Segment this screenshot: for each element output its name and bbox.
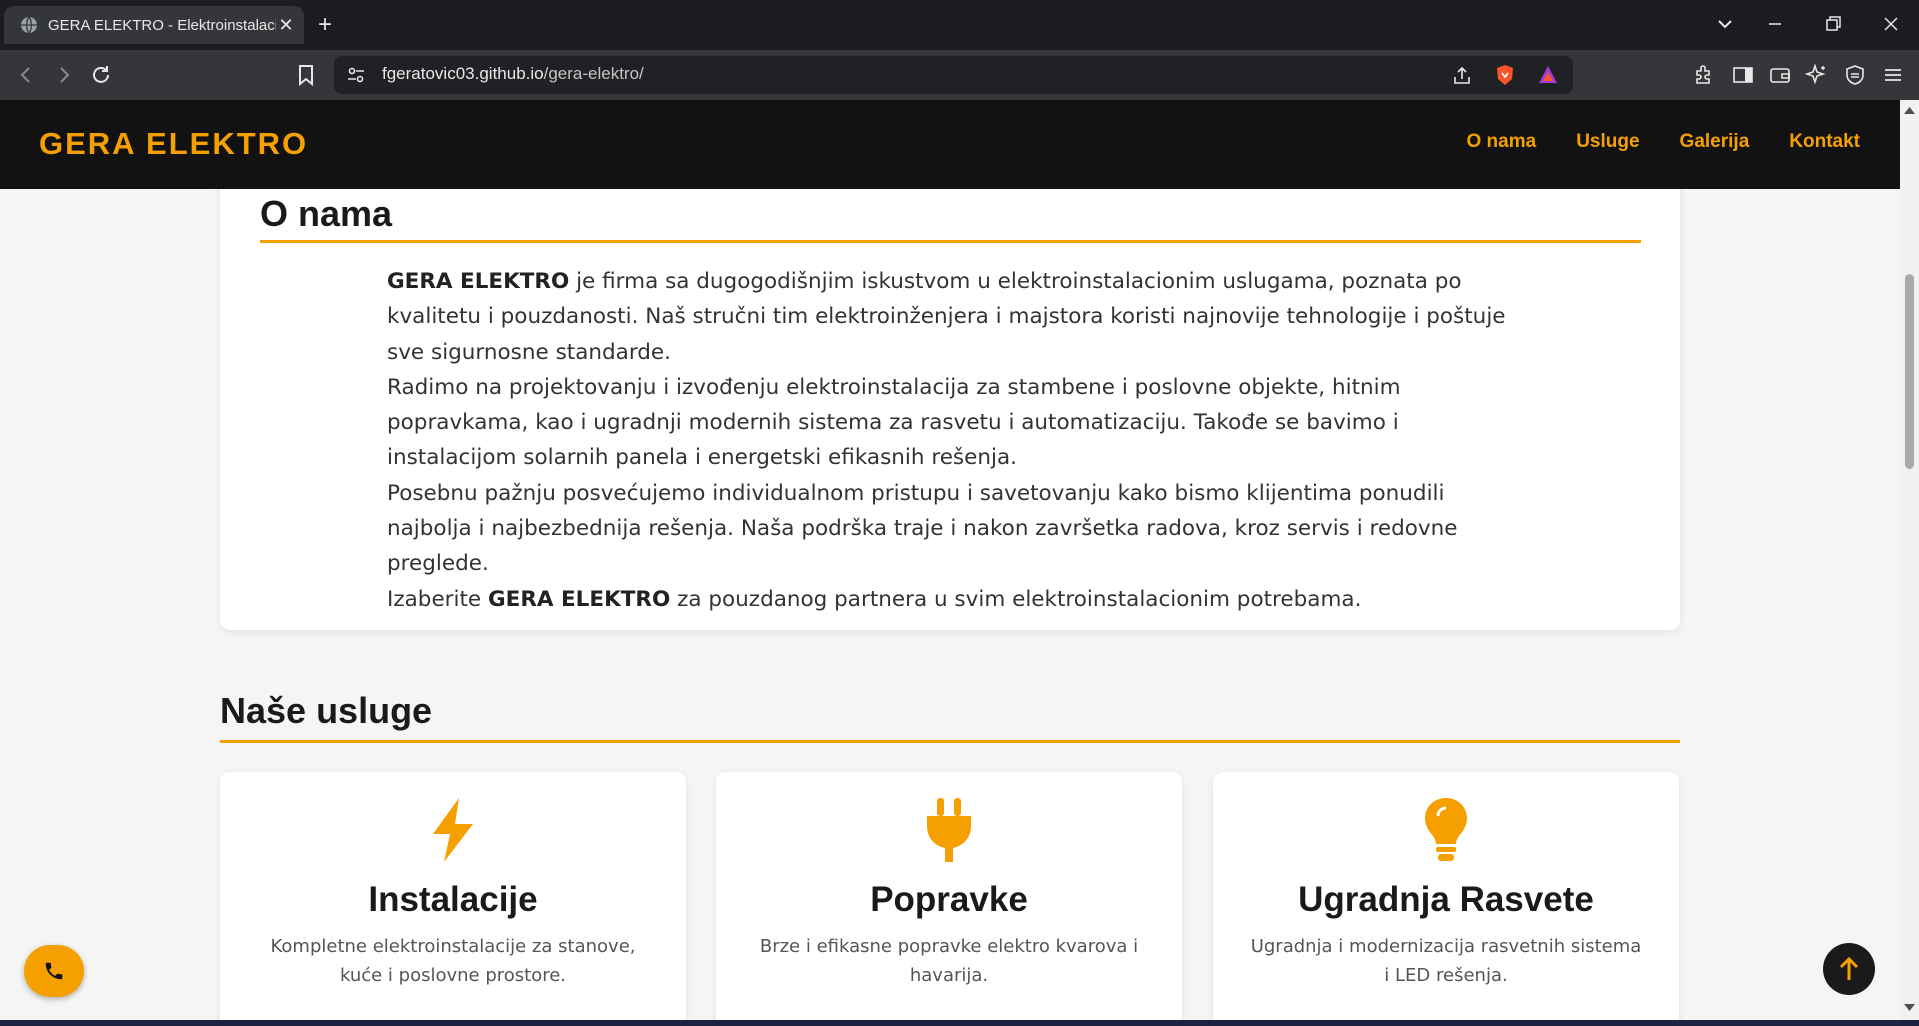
service-title: Ugradnja Rasvete [1298,880,1594,919]
about-section: O nama GERA ELEKTRO je firma sa dugogodi… [220,140,1680,630]
service-card-ugradnja-rasvete[interactable]: Ugradnja Rasvete Ugradnja i modernizacij… [1213,772,1679,1026]
close-window-icon[interactable] [1879,12,1903,36]
browser-tab-bar: GERA ELEKTRO - Elektroinstalacije ✕ + [0,0,1919,50]
url-path: /gera-elektro/ [543,64,644,83]
site-header: GERA ELEKTRO O nama Usluge Galerija Kont… [0,100,1900,189]
nav-link-kontakt[interactable]: Kontakt [1789,131,1860,153]
url-domain: fgeratovic03.github.io [382,64,544,83]
tab-search-icon[interactable] [1713,12,1737,36]
wallet-icon[interactable] [1768,63,1792,87]
bottom-strip [0,1020,1919,1026]
about-brand-name-2: GERA ELEKTRO [487,586,671,612]
address-bar[interactable]: fgeratovic03.github.io/gera-elektro/ [334,56,1573,94]
forward-icon[interactable] [52,63,76,87]
about-paragraph-3: Posebnu pažnju posvećujemo individualnom… [387,480,1458,577]
about-paragraph-4-post: za pouzdanog partnera u svim elektroinst… [670,586,1362,612]
about-paragraph-4-pre: Izaberite [387,586,488,612]
sidebar-icon[interactable] [1731,63,1755,87]
vpn-icon[interactable] [1843,63,1867,87]
service-card-instalacije[interactable]: Instalacije Kompletne elektroinstalacije… [220,772,686,1026]
arrow-up-icon [1839,956,1859,980]
call-button[interactable] [24,945,84,997]
lightbulb-icon [1425,798,1467,861]
about-paragraph-2: Radimo na projektovanju i izvođenju elek… [387,374,1401,471]
about-text: GERA ELEKTRO je firma sa dugogodišnjim i… [387,264,1527,617]
service-description: Ugradnja i modernizacija rasvetnih siste… [1250,936,1642,986]
phone-icon [45,962,63,980]
tab-title: GERA ELEKTRO - Elektroinstalacije [48,16,276,34]
services-title: Naše usluge [220,690,433,731]
extensions-icon[interactable] [1692,63,1716,87]
about-divider [260,240,1641,243]
plug-icon [927,798,971,862]
bolt-icon [433,798,473,862]
page-viewport: GERA ELEKTRO O nama Usluge Galerija Kont… [0,100,1900,1026]
page-scrollbar[interactable] [1900,100,1919,1026]
brave-shields-icon[interactable] [1494,64,1516,86]
site-settings-icon[interactable] [346,65,366,85]
url-text: fgeratovic03.github.io/gera-elektro/ [382,64,644,84]
new-tab-icon[interactable]: + [318,11,332,39]
about-title: O nama [260,193,393,234]
minimize-icon[interactable] [1763,12,1787,36]
site-logo[interactable]: GERA ELEKTRO [39,126,308,162]
nav-link-usluge[interactable]: Usluge [1576,131,1639,153]
scrollbar-thumb[interactable] [1905,274,1914,469]
browser-tab[interactable]: GERA ELEKTRO - Elektroinstalacije ✕ [4,6,304,44]
globe-icon [21,16,37,34]
service-description: Kompletne elektroinstalacije za stanove,… [270,936,636,986]
service-card-popravke[interactable]: Popravke Brze i efikasne popravke elektr… [716,772,1182,1026]
nav-link-o-nama[interactable]: O nama [1466,131,1536,153]
site-nav: O nama Usluge Galerija Kontakt [1466,131,1900,153]
scroll-down-arrow-icon[interactable] [1904,1004,1915,1012]
service-description: Brze i efikasne popravke elektro kvarova… [759,936,1139,986]
back-icon[interactable] [14,63,38,87]
reload-icon[interactable] [89,63,113,87]
services-divider [220,740,1680,743]
share-icon[interactable] [1451,65,1473,87]
scroll-up-arrow-icon[interactable] [1904,106,1915,114]
about-brand-name: GERA ELEKTRO [387,269,570,294]
nav-link-galerija[interactable]: Galerija [1680,131,1750,153]
leo-ai-icon[interactable] [1805,63,1829,87]
brave-rewards-icon[interactable] [1537,64,1559,86]
menu-icon[interactable] [1881,63,1905,87]
browser-toolbar: fgeratovic03.github.io/gera-elektro/ [0,50,1919,100]
scroll-to-top-button[interactable] [1823,943,1875,995]
restore-icon[interactable] [1821,12,1845,36]
tab-close-icon[interactable]: ✕ [276,15,296,36]
service-title: Popravke [870,880,1028,919]
service-title: Instalacije [368,880,538,919]
bookmark-icon[interactable] [294,63,318,87]
